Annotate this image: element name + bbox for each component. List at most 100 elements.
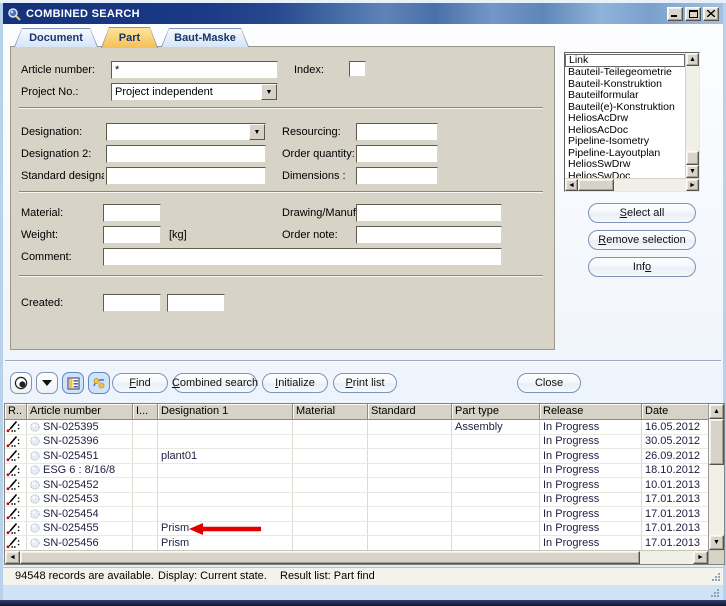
scroll-down-icon[interactable]: ▼ bbox=[686, 165, 699, 178]
column-header-designation1[interactable]: Designation 1 bbox=[158, 404, 293, 420]
scroll-up-icon[interactable]: ▲ bbox=[686, 53, 699, 66]
table-row[interactable]: SN-025452 In Progress 10.01.2013 bbox=[5, 478, 708, 493]
scroll-left-icon[interactable]: ◄ bbox=[565, 179, 578, 191]
column-header-release[interactable]: Release bbox=[540, 404, 642, 420]
cell-standard bbox=[368, 536, 452, 550]
print-list-button[interactable]: Print list bbox=[333, 373, 397, 393]
result-list-button[interactable] bbox=[62, 372, 84, 394]
column-header-index[interactable]: I... bbox=[133, 404, 158, 420]
cell-index bbox=[133, 507, 158, 522]
select-all-button[interactable]: Select all bbox=[588, 203, 696, 223]
remove-selection-button[interactable]: Remove selection bbox=[588, 230, 696, 250]
initialize-button[interactable]: Initialize bbox=[262, 373, 328, 393]
window-controls bbox=[667, 7, 719, 21]
tab-part[interactable]: Part bbox=[101, 27, 158, 48]
list-item-link[interactable]: Link bbox=[565, 54, 685, 67]
list-item[interactable]: Pipeline-Layoutplan bbox=[565, 148, 685, 160]
list-item[interactable]: HeliosSwDoc bbox=[565, 171, 685, 179]
resize-grip-icon[interactable] bbox=[710, 588, 720, 598]
combined-search-button[interactable]: Combined search bbox=[173, 373, 257, 393]
project-no-value: Project independent bbox=[112, 84, 261, 100]
column-header-r[interactable]: R.. bbox=[5, 404, 27, 420]
created-field-2[interactable] bbox=[167, 294, 225, 312]
chevron-down-icon[interactable]: ▼ bbox=[249, 124, 265, 140]
info-button[interactable]: Info bbox=[588, 257, 696, 277]
list-item[interactable]: HeliosSwDrw bbox=[565, 159, 685, 171]
listbox-vertical-scrollbar[interactable]: ▲ ▼ bbox=[685, 53, 699, 178]
cell-designation1 bbox=[158, 493, 293, 508]
resize-grip-icon[interactable] bbox=[711, 572, 721, 582]
resourcing-field[interactable] bbox=[356, 123, 438, 141]
cell-material bbox=[293, 449, 368, 464]
scrollbar-thumb[interactable] bbox=[578, 179, 614, 191]
minimize-button[interactable] bbox=[667, 7, 683, 21]
project-no-select[interactable]: Project independent ▼ bbox=[111, 83, 278, 101]
list-item[interactable]: Bauteil-Teilegeometrie bbox=[565, 67, 685, 79]
part-history-button[interactable] bbox=[88, 372, 110, 394]
tab-baut-maske[interactable]: Baut-Maske bbox=[161, 28, 249, 47]
table-row[interactable]: SN-025456 Prism In Progress 17.01.2013 bbox=[5, 536, 708, 550]
list-item[interactable]: Bauteil(e)-Konstruktion bbox=[565, 102, 685, 114]
created-field-1[interactable] bbox=[103, 294, 161, 312]
scrollbar-thumb[interactable] bbox=[20, 551, 640, 564]
scrollbar-thumb[interactable] bbox=[709, 419, 724, 465]
table-row[interactable]: SN-025395 Assembly In Progress 16.05.201… bbox=[5, 420, 708, 435]
scroll-right-icon[interactable]: ► bbox=[686, 179, 699, 191]
list-item[interactable]: HeliosAcDrw bbox=[565, 113, 685, 125]
designation2-field[interactable] bbox=[106, 145, 266, 163]
cell-standard bbox=[368, 522, 452, 537]
list-item[interactable]: Bauteil-Konstruktion bbox=[565, 79, 685, 91]
material-label: Material: bbox=[21, 207, 63, 219]
designation-select[interactable]: ▼ bbox=[106, 123, 266, 141]
search-ball-button[interactable] bbox=[10, 372, 32, 394]
table-row[interactable]: SN-025396 In Progress 30.05.2012 bbox=[5, 435, 708, 450]
listbox-horizontal-scrollbar[interactable]: ◄ ► bbox=[565, 178, 699, 191]
dimensions-field[interactable] bbox=[356, 167, 438, 185]
drawing-manuf-field[interactable] bbox=[356, 204, 502, 222]
list-item[interactable]: Bauteilformular bbox=[565, 90, 685, 102]
weight-field[interactable] bbox=[103, 226, 161, 244]
material-field[interactable] bbox=[103, 204, 161, 222]
close-button[interactable]: Close bbox=[517, 373, 581, 393]
chevron-down-icon[interactable]: ▼ bbox=[261, 84, 277, 100]
column-header-standard[interactable]: Standard bbox=[368, 404, 452, 420]
scroll-up-icon[interactable]: ▲ bbox=[709, 404, 724, 419]
designation-value bbox=[107, 124, 249, 140]
table-row[interactable]: SN-025453 In Progress 17.01.2013 bbox=[5, 493, 708, 508]
table-horizontal-scrollbar[interactable]: ◄ ► bbox=[5, 550, 708, 564]
close-window-button[interactable] bbox=[703, 7, 719, 21]
part-icon bbox=[30, 480, 40, 490]
list-item[interactable]: HeliosAcDoc bbox=[565, 125, 685, 137]
cell-index bbox=[133, 478, 158, 493]
dropdown-arrow-button[interactable] bbox=[36, 372, 58, 394]
maximize-button[interactable] bbox=[685, 7, 701, 21]
table-row[interactable]: SN-025451 plant01 In Progress 26.09.2012 bbox=[5, 449, 708, 464]
table-row[interactable]: ESG 6 : 8/16/8 In Progress 18.10.2012 bbox=[5, 464, 708, 479]
column-header-material[interactable]: Material bbox=[293, 404, 368, 420]
index-field[interactable] bbox=[349, 61, 366, 77]
order-quantity-field[interactable] bbox=[356, 145, 438, 163]
standard-designation-field[interactable] bbox=[106, 167, 266, 185]
list-item[interactable]: Pipeline-Isometry bbox=[565, 136, 685, 148]
scroll-right-icon[interactable]: ► bbox=[693, 551, 708, 564]
column-header-part-type[interactable]: Part type bbox=[452, 404, 540, 420]
column-header-date[interactable]: Date bbox=[642, 404, 708, 420]
scroll-left-icon[interactable]: ◄ bbox=[5, 551, 20, 564]
cell-part-type bbox=[452, 464, 540, 479]
column-header-article-number[interactable]: Article number bbox=[27, 404, 133, 420]
scrollbar-thumb[interactable] bbox=[686, 151, 699, 165]
table-row-pointed[interactable]: SN-025455 Prism In Progress 17.01.2013 bbox=[5, 522, 708, 537]
dimensions-label: Dimensions : bbox=[282, 170, 346, 182]
cell-standard bbox=[368, 420, 452, 435]
table-row[interactable]: SN-025454 In Progress 17.01.2013 bbox=[5, 507, 708, 522]
order-note-field[interactable] bbox=[356, 226, 502, 244]
cell-date: 17.01.2013 bbox=[642, 522, 708, 537]
table-vertical-scrollbar[interactable]: ▲ ▼ bbox=[708, 404, 724, 564]
result-list-icon bbox=[67, 377, 80, 390]
article-number-field[interactable] bbox=[111, 61, 278, 79]
tab-document[interactable]: Document bbox=[14, 28, 98, 47]
title-bar[interactable]: COMBINED SEARCH bbox=[3, 3, 723, 24]
comment-field[interactable] bbox=[103, 248, 502, 266]
find-button[interactable]: Find bbox=[112, 373, 168, 393]
scroll-down-icon[interactable]: ▼ bbox=[709, 535, 724, 550]
